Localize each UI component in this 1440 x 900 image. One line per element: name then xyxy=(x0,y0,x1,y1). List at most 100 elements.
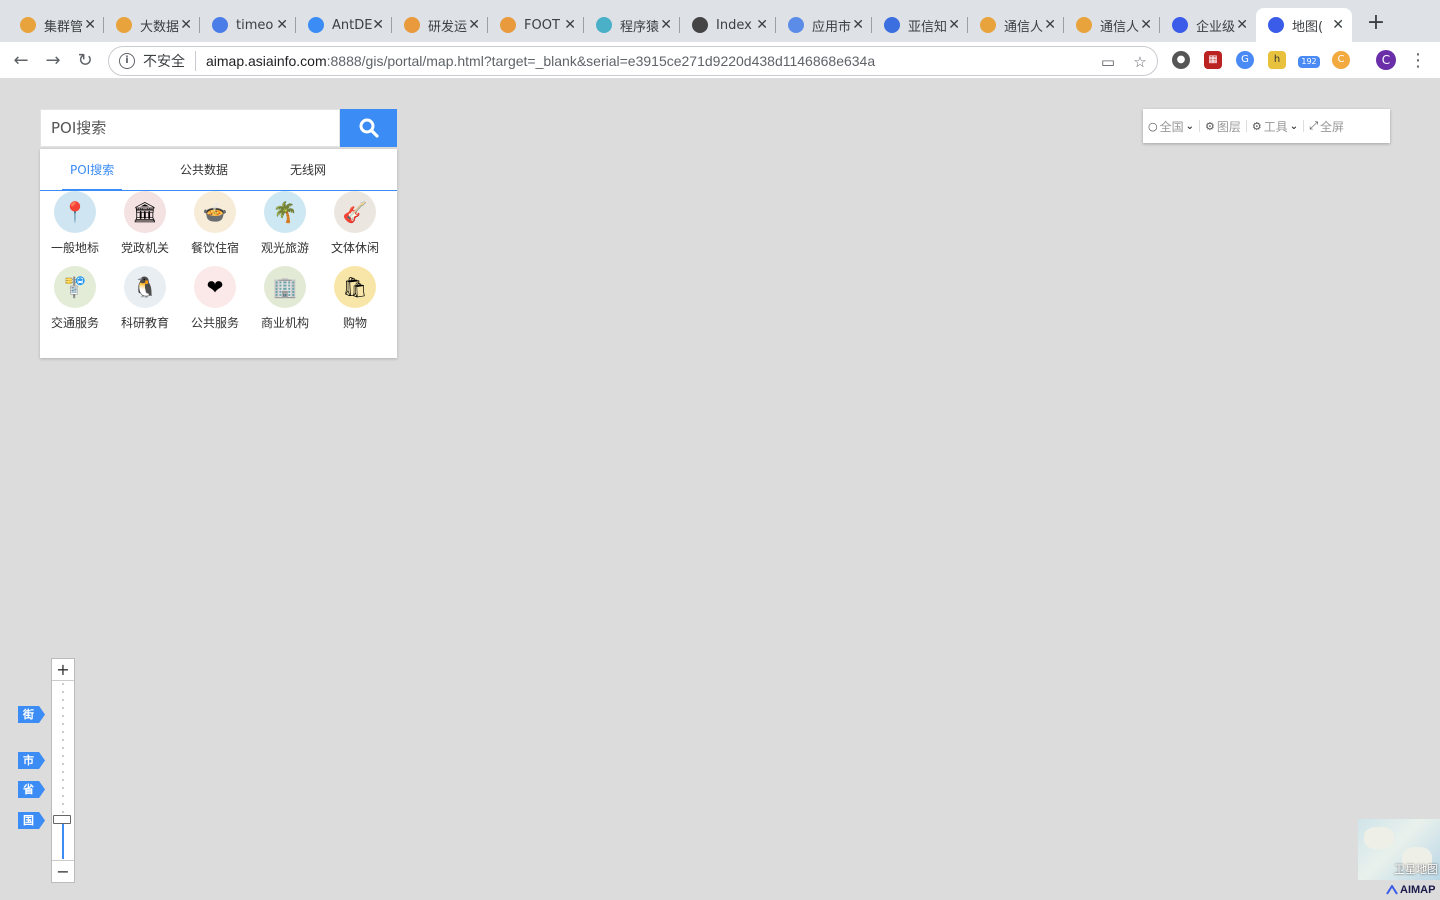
browser-tab[interactable]: 通信人 ✕ xyxy=(968,8,1064,42)
browser-tab[interactable]: 企业级 ✕ xyxy=(1160,8,1256,42)
poi-category-label: 交通服务 xyxy=(50,316,99,330)
browser-tab[interactable]: 亚信知 ✕ xyxy=(872,8,968,42)
zoom-level-province[interactable]: 省 xyxy=(18,781,45,798)
cast-icon[interactable]: ▭ xyxy=(1099,53,1117,71)
search-input[interactable] xyxy=(40,109,340,147)
browser-tab[interactable]: FOOT ✕ xyxy=(488,8,584,42)
poi-category-item[interactable]: 🍲 餐饮住宿 xyxy=(180,191,250,256)
chevron-down-icon: ⌄ xyxy=(1185,120,1195,132)
poi-category-label: 一般地标 xyxy=(50,241,99,255)
layers-button[interactable]: ⚙ 图层 xyxy=(1200,118,1246,135)
browser-tab[interactable]: 应用市 ✕ xyxy=(776,8,872,42)
extension-shield-icon[interactable]: ● xyxy=(1172,51,1190,69)
tab-wireless-network[interactable]: 无线网 xyxy=(290,161,326,178)
guitar-icon: 🎸 xyxy=(334,191,376,233)
url-text[interactable]: aimap.asiainfo.com:8888/gis/portal/map.h… xyxy=(206,53,875,69)
tab-close-icon[interactable]: ✕ xyxy=(660,17,672,33)
tab-close-icon[interactable]: ✕ xyxy=(756,17,768,33)
search-button[interactable] xyxy=(340,109,397,147)
tab-favicon-icon xyxy=(884,17,900,33)
info-icon[interactable]: i xyxy=(119,53,135,69)
tab-public-data[interactable]: 公共数据 xyxy=(180,161,228,178)
security-status[interactable]: 不安全 xyxy=(143,51,196,71)
browser-tab[interactable]: timeo ✕ xyxy=(200,8,296,42)
tab-favicon-icon xyxy=(308,17,324,33)
bookmark-star-icon[interactable]: ☆ xyxy=(1131,53,1149,71)
region-selector[interactable]: ○ 全国 ⌄ xyxy=(1143,118,1199,135)
poi-category-item[interactable]: 🌴 观光旅游 xyxy=(250,191,320,256)
poi-category-item[interactable]: 🎸 文体休闲 xyxy=(320,191,390,256)
tools-gear-icon: ⚙ xyxy=(1251,119,1262,133)
extension-c-icon[interactable]: C xyxy=(1332,51,1350,69)
tab-close-icon[interactable]: ✕ xyxy=(276,17,288,33)
tab-favicon-icon xyxy=(500,17,516,33)
zoom-level-city[interactable]: 市 xyxy=(18,752,45,769)
poi-category-item[interactable]: 🛍 购物 xyxy=(320,266,390,331)
poi-category-item[interactable]: ❤ 公共服务 xyxy=(180,266,250,331)
fullscreen-label: 全屏 xyxy=(1320,119,1345,134)
extension-badge[interactable]: 192 xyxy=(1298,56,1320,68)
browser-tab[interactable]: 集群管 ✕ xyxy=(8,8,104,42)
tab-favicon-icon xyxy=(596,17,612,33)
browser-tab[interactable]: AntDE ✕ xyxy=(296,8,392,42)
aimap-logo-icon xyxy=(1386,885,1398,895)
poi-category-item[interactable]: 🏢 商业机构 xyxy=(250,266,320,331)
tab-favicon-icon xyxy=(692,17,708,33)
tab-close-icon[interactable]: ✕ xyxy=(84,17,96,33)
browser-tab[interactable]: Index ✕ xyxy=(680,8,776,42)
poi-category-item[interactable]: 🏛 党政机关 xyxy=(110,191,180,256)
fullscreen-button[interactable]: ⤢ 全屏 xyxy=(1304,118,1349,135)
tab-title: 亚信知 xyxy=(908,19,948,35)
reload-icon[interactable]: ↻ xyxy=(73,49,97,73)
satellite-map-toggle[interactable]: 卫星地图 xyxy=(1358,819,1440,880)
tab-close-icon[interactable]: ✕ xyxy=(1332,17,1344,33)
zoom-level-country[interactable]: 国 xyxy=(18,812,45,829)
address-bar[interactable]: i 不安全 aimap.asiainfo.com:8888/gis/portal… xyxy=(108,46,1158,76)
browser-tab[interactable]: 程序猿 ✕ xyxy=(584,8,680,42)
profile-avatar[interactable]: C xyxy=(1376,50,1396,70)
browser-menu-icon[interactable]: ⋮ xyxy=(1406,49,1430,73)
poi-category-item[interactable]: 🚏 交通服务 xyxy=(40,266,110,331)
back-icon[interactable]: ← xyxy=(9,49,33,73)
tab-close-icon[interactable]: ✕ xyxy=(372,17,384,33)
tab-close-icon[interactable]: ✕ xyxy=(948,17,960,33)
browser-tab[interactable]: 研发运 ✕ xyxy=(392,8,488,42)
tab-close-icon[interactable]: ✕ xyxy=(1236,17,1248,33)
palm-beach-icon: 🌴 xyxy=(264,191,306,233)
poi-category-label: 文体休闲 xyxy=(330,241,379,255)
zoom-out-button[interactable]: − xyxy=(52,860,74,882)
search-row xyxy=(40,109,397,147)
tab-close-icon[interactable]: ✕ xyxy=(564,17,576,33)
tab-close-icon[interactable]: ✕ xyxy=(468,17,480,33)
layers-gear-icon: ⚙ xyxy=(1205,119,1215,133)
poi-tabs: POI搜索 公共数据 无线网 xyxy=(40,149,397,191)
tab-poi-search[interactable]: POI搜索 xyxy=(70,161,114,178)
tab-close-icon[interactable]: ✕ xyxy=(1044,17,1056,33)
zoom-in-button[interactable]: + xyxy=(52,659,74,681)
browser-tab[interactable]: 通信人 ✕ xyxy=(1064,8,1160,42)
tab-favicon-icon xyxy=(1268,17,1284,33)
layers-label: 图层 xyxy=(1216,119,1241,134)
tab-title: 研发运 xyxy=(428,19,468,35)
tab-close-icon[interactable]: ✕ xyxy=(852,17,864,33)
forward-icon[interactable]: → xyxy=(41,49,65,73)
browser-tab[interactable]: 地图(✕ xyxy=(1256,8,1352,42)
fullscreen-icon: ⤢ xyxy=(1309,119,1318,132)
dining-table-icon: 🍲 xyxy=(194,191,236,233)
tools-menu[interactable]: ⚙ 工具 ⌄ xyxy=(1247,118,1303,135)
browser-tab-strip: 集群管 ✕ 大数据 ✕ timeo ✕ AntDE ✕ 研发运 ✕ FOOT ✕ 程序猿 ✕ Index ✕ 应… xyxy=(0,0,1440,42)
tab-favicon-icon xyxy=(1172,17,1188,33)
browser-tab[interactable]: 大数据 ✕ xyxy=(104,8,200,42)
tab-close-icon[interactable]: ✕ xyxy=(1140,17,1152,33)
tab-title: 企业级 xyxy=(1196,19,1236,35)
zoom-slider-handle[interactable] xyxy=(53,815,71,825)
poi-category-item[interactable]: 📍 一般地标 xyxy=(40,191,110,256)
aimap-logo: AIMAP xyxy=(1386,884,1435,896)
new-tab-button[interactable]: + xyxy=(1364,12,1388,36)
extension-h-icon[interactable]: h xyxy=(1268,51,1286,69)
extension-film-icon[interactable]: ▦ xyxy=(1204,51,1222,69)
poi-category-item[interactable]: 🐧 科研教育 xyxy=(110,266,180,331)
zoom-level-street[interactable]: 街 xyxy=(18,706,45,723)
extension-g-icon[interactable]: G xyxy=(1236,51,1254,69)
tab-close-icon[interactable]: ✕ xyxy=(180,17,192,33)
